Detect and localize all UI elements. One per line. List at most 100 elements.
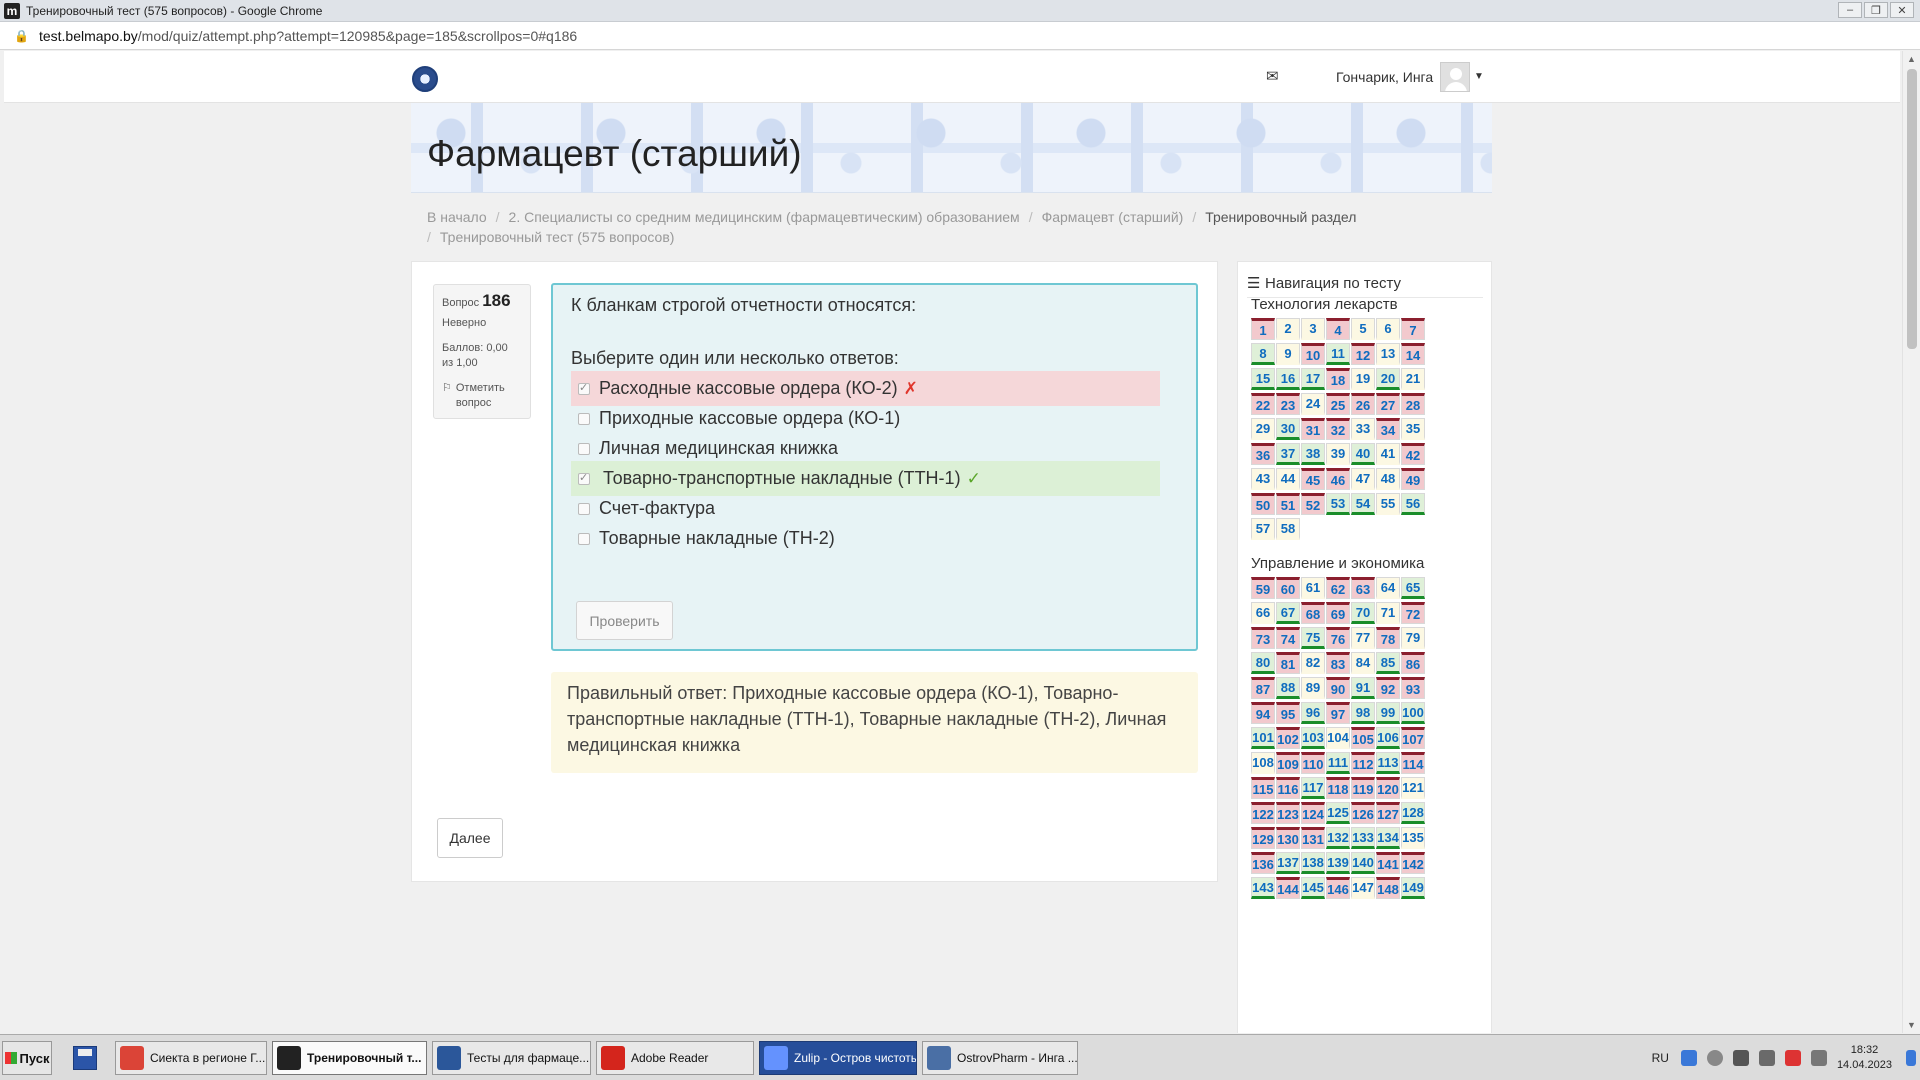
quiz-nav-question-button[interactable]: 79: [1401, 627, 1425, 649]
quiz-nav-question-button[interactable]: 120: [1376, 777, 1400, 799]
quiz-nav-question-button[interactable]: 39: [1326, 443, 1350, 465]
quiz-nav-question-button[interactable]: 70: [1351, 602, 1375, 624]
quiz-nav-question-button[interactable]: 96: [1301, 702, 1325, 724]
quiz-nav-question-button[interactable]: 13: [1376, 343, 1400, 365]
flag-question-link[interactable]: ⚐ Отметить вопрос: [442, 381, 522, 411]
quiz-nav-question-button[interactable]: 35: [1401, 418, 1425, 440]
quiz-nav-question-button[interactable]: 137: [1276, 852, 1300, 874]
quiz-nav-question-button[interactable]: 142: [1401, 852, 1425, 874]
vertical-scrollbar[interactable]: ▲ ▼: [1902, 51, 1920, 1033]
breadcrumb-section[interactable]: Тренировочный раздел: [1205, 209, 1356, 225]
quiz-nav-question-button[interactable]: 61: [1301, 577, 1325, 599]
quiz-nav-question-button[interactable]: 38: [1301, 443, 1325, 465]
start-button[interactable]: Пуск: [2, 1041, 52, 1075]
quiz-nav-question-button[interactable]: 59: [1251, 577, 1275, 599]
quiz-nav-question-button[interactable]: 97: [1326, 702, 1350, 724]
quiz-nav-question-button[interactable]: 66: [1251, 602, 1275, 624]
volume-icon[interactable]: [1732, 1050, 1749, 1066]
quiz-nav-question-button[interactable]: 34: [1376, 418, 1400, 440]
quiz-nav-question-button[interactable]: 17: [1301, 368, 1325, 390]
quiz-nav-question-button[interactable]: 56: [1401, 493, 1425, 515]
quiz-nav-question-button[interactable]: 131: [1301, 827, 1325, 849]
quiz-nav-question-button[interactable]: 117: [1301, 777, 1325, 799]
quiz-nav-question-button[interactable]: 141: [1376, 852, 1400, 874]
quiz-nav-question-button[interactable]: 99: [1376, 702, 1400, 724]
quiz-nav-question-button[interactable]: 78: [1376, 627, 1400, 649]
answer-checkbox[interactable]: [578, 532, 590, 545]
quiz-nav-question-button[interactable]: 112: [1351, 752, 1375, 774]
url-path[interactable]: /mod/quiz/attempt.php?attempt=120985&pag…: [138, 28, 577, 44]
quiz-nav-question-button[interactable]: 69: [1326, 602, 1350, 624]
quiz-nav-question-button[interactable]: 8: [1251, 343, 1275, 365]
minimize-icon[interactable]: –: [1838, 2, 1862, 18]
quiz-nav-question-button[interactable]: 108: [1251, 752, 1275, 774]
quiz-nav-question-button[interactable]: 113: [1376, 752, 1400, 774]
quiz-nav-question-button[interactable]: 135: [1401, 827, 1425, 849]
next-page-button[interactable]: Далее: [437, 818, 503, 858]
quiz-nav-question-button[interactable]: 138: [1301, 852, 1325, 874]
quiz-nav-question-button[interactable]: 109: [1276, 752, 1300, 774]
quiz-nav-question-button[interactable]: 84: [1351, 652, 1375, 674]
quiz-nav-question-button[interactable]: 123: [1276, 802, 1300, 824]
quiz-nav-question-button[interactable]: 116: [1276, 777, 1300, 799]
quiz-nav-question-button[interactable]: 130: [1276, 827, 1300, 849]
quiz-nav-question-button[interactable]: 4: [1326, 318, 1350, 340]
quiz-nav-question-button[interactable]: 92: [1376, 677, 1400, 699]
quiz-nav-question-button[interactable]: 102: [1276, 727, 1300, 749]
quiz-nav-question-button[interactable]: 83: [1326, 652, 1350, 674]
quiz-nav-question-button[interactable]: 26: [1351, 393, 1375, 415]
quiz-nav-question-button[interactable]: 62: [1326, 577, 1350, 599]
quiz-nav-question-button[interactable]: 14: [1401, 343, 1425, 365]
quiz-nav-question-button[interactable]: 80: [1251, 652, 1275, 674]
quiz-nav-question-button[interactable]: 145: [1301, 877, 1325, 899]
quiz-nav-question-button[interactable]: 64: [1376, 577, 1400, 599]
taskbar-item[interactable]: Тренировочный т...: [272, 1041, 427, 1075]
quiz-nav-question-button[interactable]: 93: [1401, 677, 1425, 699]
taskbar-item[interactable]: OstrovPharm - Инга ...: [922, 1041, 1078, 1075]
answer-checkbox[interactable]: [578, 502, 590, 515]
quiz-nav-question-button[interactable]: 48: [1376, 468, 1400, 490]
system-clock[interactable]: 18:32 14.04.2023: [1837, 1043, 1892, 1073]
quiz-nav-question-button[interactable]: 132: [1326, 827, 1350, 849]
quiz-nav-question-button[interactable]: 28: [1401, 393, 1425, 415]
quiz-nav-question-button[interactable]: 68: [1301, 602, 1325, 624]
power-icon[interactable]: [1810, 1050, 1827, 1066]
quiz-nav-question-button[interactable]: 31: [1301, 418, 1325, 440]
taskbar-item[interactable]: Сиекта в регионе Г...: [115, 1041, 267, 1075]
quiz-nav-question-button[interactable]: 129: [1251, 827, 1275, 849]
taskbar-item[interactable]: Adobe Reader: [596, 1041, 754, 1075]
quiz-nav-question-button[interactable]: 134: [1376, 827, 1400, 849]
update-icon[interactable]: [1706, 1050, 1723, 1066]
quiz-nav-question-button[interactable]: 43: [1251, 468, 1275, 490]
answer-checkbox[interactable]: [578, 381, 590, 395]
quiz-nav-question-button[interactable]: 114: [1401, 752, 1425, 774]
chevron-down-icon[interactable]: ▼: [1474, 71, 1484, 82]
quiz-nav-question-button[interactable]: 103: [1301, 727, 1325, 749]
quiz-nav-question-button[interactable]: 41: [1376, 443, 1400, 465]
quiz-nav-question-button[interactable]: 139: [1326, 852, 1350, 874]
quiz-nav-question-button[interactable]: 11: [1326, 343, 1350, 365]
answer-checkbox[interactable]: [578, 442, 590, 455]
quiz-nav-question-button[interactable]: 115: [1251, 777, 1275, 799]
quiz-nav-question-button[interactable]: 77: [1351, 627, 1375, 649]
quiz-nav-question-button[interactable]: 91: [1351, 677, 1375, 699]
quiz-nav-question-button[interactable]: 54: [1351, 493, 1375, 515]
quiz-nav-question-button[interactable]: 104: [1326, 727, 1350, 749]
quiz-nav-question-button[interactable]: 30: [1276, 418, 1300, 440]
quiz-nav-question-button[interactable]: 63: [1351, 577, 1375, 599]
quiz-nav-question-button[interactable]: 49: [1401, 468, 1425, 490]
site-logo-icon[interactable]: [412, 66, 438, 92]
network-icon[interactable]: [1680, 1050, 1697, 1066]
quiz-nav-question-button[interactable]: 25: [1326, 393, 1350, 415]
lock-icon[interactable]: 🔒: [14, 29, 29, 43]
taskbar-item[interactable]: Zulip - Остров чистоты: [759, 1041, 917, 1075]
quiz-nav-question-button[interactable]: 148: [1376, 877, 1400, 899]
quiz-nav-question-button[interactable]: 143: [1251, 877, 1275, 899]
quiz-nav-question-button[interactable]: 72: [1401, 602, 1425, 624]
flag-tray-icon[interactable]: [1784, 1050, 1801, 1066]
quiz-nav-question-button[interactable]: 6: [1376, 318, 1400, 340]
quiz-nav-question-button[interactable]: 122: [1251, 802, 1275, 824]
language-indicator[interactable]: RU: [1652, 1051, 1669, 1065]
quiz-nav-question-button[interactable]: 85: [1376, 652, 1400, 674]
quiz-nav-question-button[interactable]: 37: [1276, 443, 1300, 465]
